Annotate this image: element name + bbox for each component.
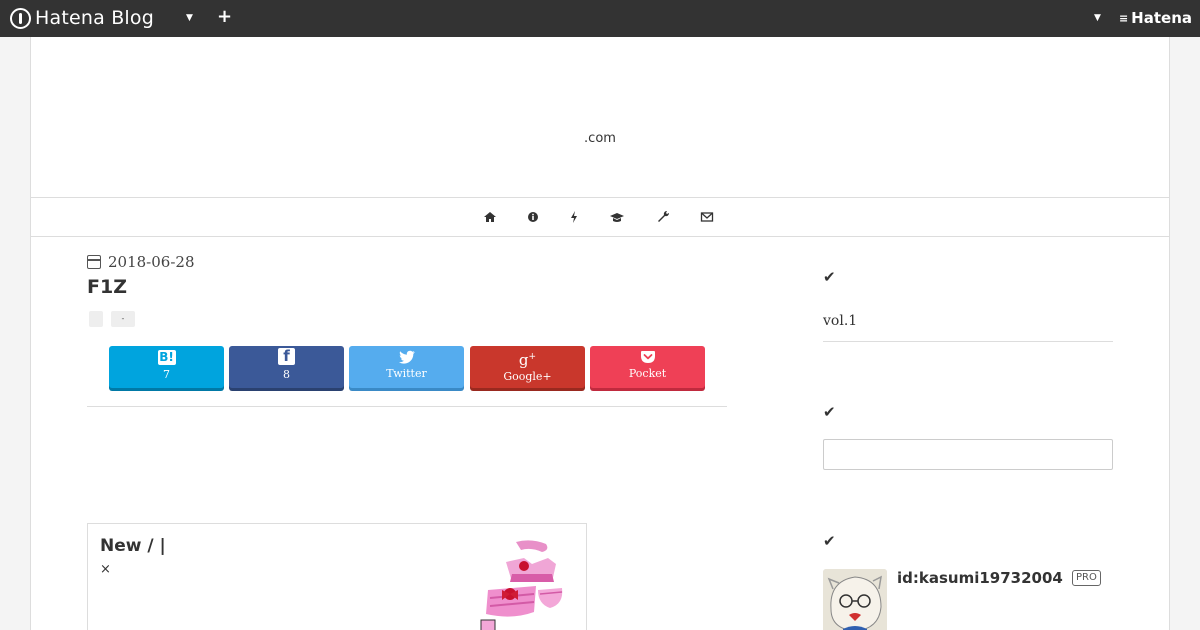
graduation-cap-icon[interactable] (610, 210, 624, 224)
category-tag[interactable]: - (111, 311, 135, 327)
hatena-logo-icon (10, 7, 31, 29)
twitter-share-button[interactable]: Twitter (349, 346, 464, 388)
entry-title[interactable]: F1Z (87, 276, 127, 298)
category-tag[interactable] (89, 311, 103, 327)
blog-menu-dropdown-icon[interactable]: ▼ (186, 13, 193, 23)
new-post-plus-icon[interactable]: + (217, 6, 232, 27)
hatena-mark-icon: ≡ (1118, 11, 1129, 25)
hatena-bookmark-share-button[interactable]: B! 7 (109, 346, 224, 388)
hatena-bookmark-icon: B! (157, 350, 176, 365)
home-icon[interactable] (483, 210, 497, 224)
entry-date-text: 2018-06-28 (108, 253, 195, 271)
product-thumbnail-image[interactable] (476, 534, 576, 630)
google-plus-icon: g+ (518, 351, 537, 369)
pocket-label: Pocket (628, 367, 667, 380)
global-header: Hatena Blog ▼ + ▼ ≡ Hatena (0, 0, 1200, 37)
user-menu-dropdown-icon[interactable]: ▼ (1094, 13, 1101, 23)
pocket-share-button[interactable]: Pocket (590, 346, 705, 388)
profile-id-link[interactable]: id:kasumi19732004 (897, 569, 1063, 587)
hatena-bookmark-count: 7 (163, 368, 170, 381)
facebook-share-button[interactable]: f 8 (229, 346, 344, 388)
embed-card-title[interactable]: New / | (100, 536, 166, 556)
embed-card-subtitle: × (100, 562, 111, 577)
hatena-blog-logo[interactable]: Hatena Blog (10, 7, 154, 29)
blog-nav (31, 198, 1169, 237)
divider (87, 406, 727, 407)
google-plus-label: Google+ (503, 370, 552, 383)
pocket-icon (640, 351, 655, 363)
pro-badge: PRO (1072, 570, 1101, 586)
info-icon[interactable] (526, 210, 540, 224)
bolt-icon[interactable] (567, 210, 581, 224)
hatena-brand-link[interactable]: ≡ Hatena (1119, 9, 1192, 27)
check-icon: ✔ (823, 532, 836, 550)
twitter-icon (398, 350, 415, 364)
facebook-count: 8 (283, 368, 290, 381)
calendar-icon (87, 255, 101, 269)
envelope-icon[interactable] (700, 210, 714, 224)
hatena-brand-text: Hatena (1131, 9, 1192, 27)
embed-card[interactable]: New / | × (87, 523, 587, 630)
logo-text: Hatena Blog (35, 7, 154, 29)
check-icon: ✔ (823, 268, 836, 286)
wrench-icon[interactable] (656, 210, 670, 224)
divider (823, 341, 1113, 342)
google-plus-share-button[interactable]: g+ Google+ (470, 346, 585, 388)
sidebar-featured-text[interactable]: vol.1 (823, 313, 857, 329)
avatar[interactable] (823, 569, 887, 630)
entry-date[interactable]: 2018-06-28 (87, 253, 194, 271)
blog-header: .com (31, 37, 1169, 198)
check-icon: ✔ (823, 403, 836, 421)
search-input[interactable] (823, 439, 1113, 470)
facebook-icon: f (278, 348, 295, 365)
twitter-label: Twitter (386, 367, 427, 380)
blog-title[interactable]: .com (31, 131, 1169, 146)
